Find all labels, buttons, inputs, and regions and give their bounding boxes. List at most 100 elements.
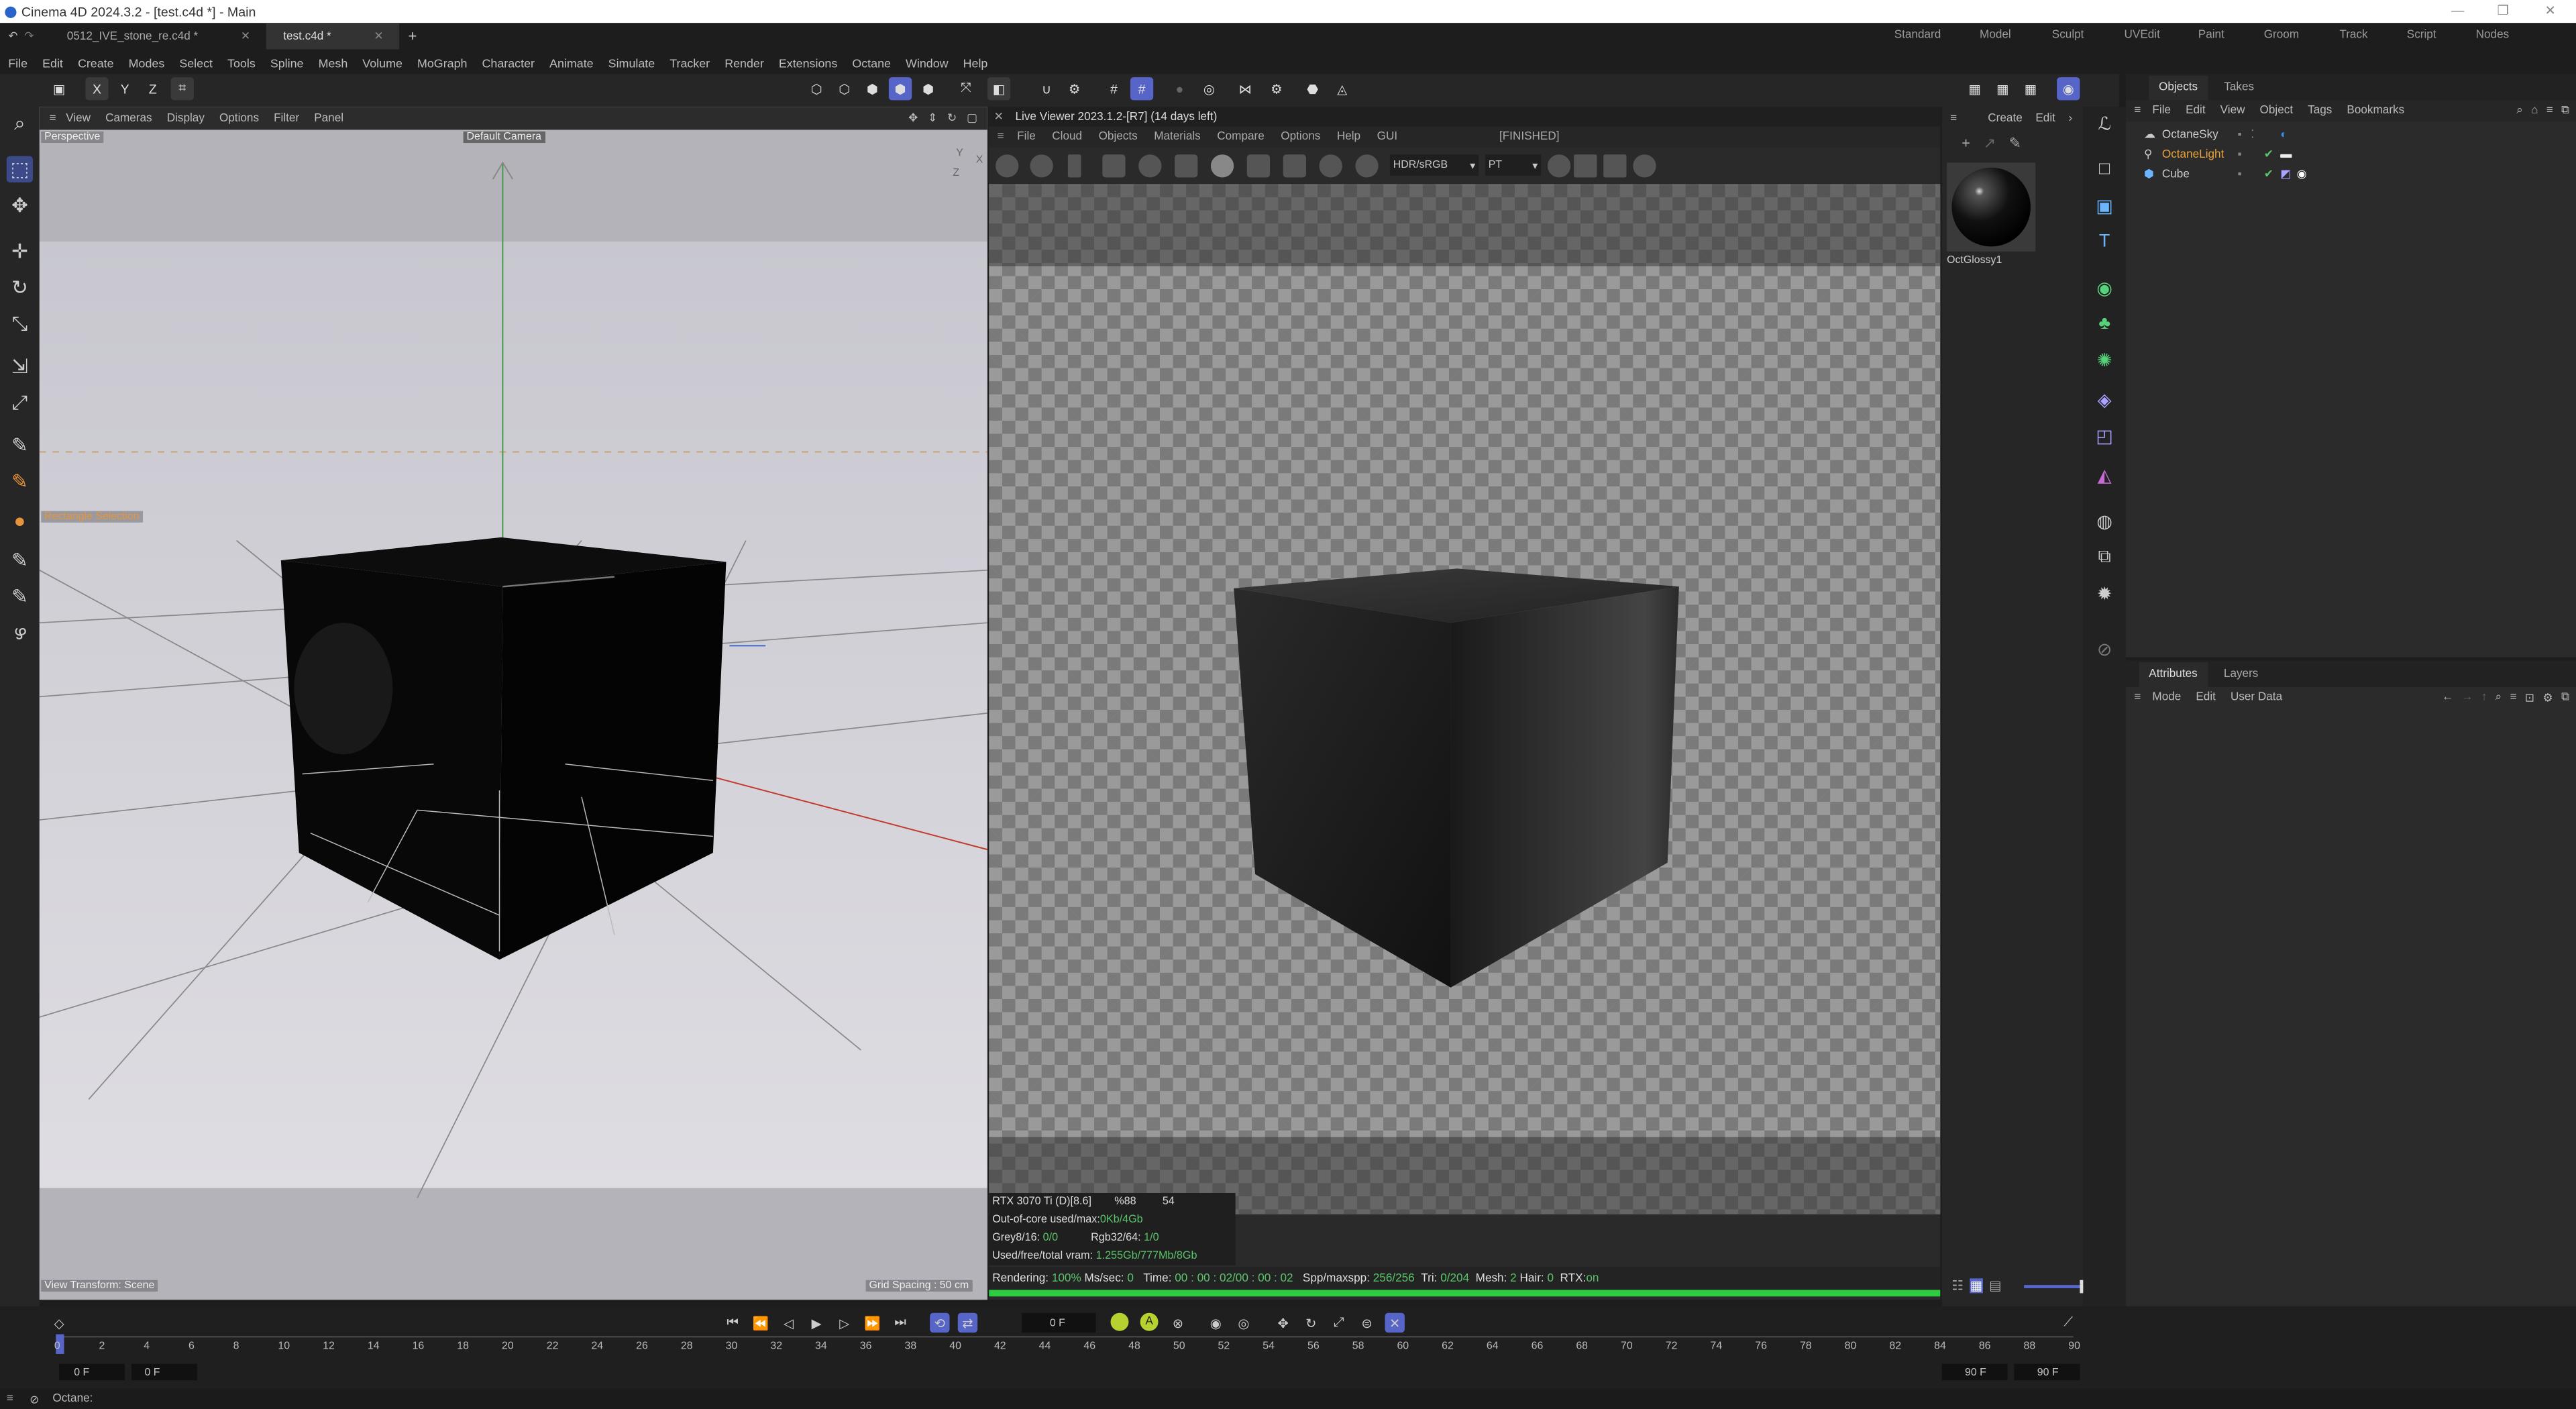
effector-icon[interactable]: ✺ [2092, 347, 2118, 373]
menu-mograph[interactable]: MoGraph [417, 55, 468, 70]
end-frame-field[interactable]: 90 F [2014, 1363, 2080, 1381]
key-pla-icon[interactable]: ⤢ [1329, 1313, 1348, 1333]
lock-icon[interactable] [1175, 154, 1198, 178]
octane-logo-icon[interactable]: ◬ [1331, 77, 1354, 100]
enabled-check-icon[interactable]: ✔ [2264, 168, 2273, 180]
key-interpolation-icon[interactable]: ✕ [1385, 1312, 1405, 1333]
keyframe-icon[interactable]: ◇ [49, 1313, 68, 1333]
focus-icon[interactable] [1283, 154, 1306, 178]
axis-mode-icon[interactable]: ⤧ [955, 77, 977, 100]
viewport-menu-options[interactable]: Options [219, 113, 259, 124]
material-picker-icon[interactable] [1355, 154, 1379, 178]
layout-track[interactable]: Track [2339, 30, 2367, 41]
menu-extensions[interactable]: Extensions [779, 55, 837, 70]
play-icon[interactable]: ▶ [806, 1313, 826, 1333]
back-arrow-icon[interactable]: ← [2442, 692, 2453, 703]
menu-tracker[interactable]: Tracker [669, 55, 710, 70]
menu-edit[interactable]: Edit [42, 55, 63, 70]
lv-menu-objects[interactable]: Objects [1099, 132, 1138, 143]
polygons-mode-icon[interactable]: ⬢ [861, 77, 883, 100]
brush-tool-icon[interactable]: ● [7, 508, 33, 534]
menu-render[interactable]: Render [724, 55, 764, 70]
go-to-end-icon[interactable]: ⏭ [890, 1313, 910, 1333]
lv-menu-gui[interactable]: GUI [1377, 132, 1397, 143]
hamburger-icon[interactable]: ≡ [2134, 692, 2141, 703]
layout-nodes[interactable]: Nodes [2476, 30, 2510, 41]
octane-live-viewer-icon[interactable]: ◉ [2057, 77, 2080, 101]
search-icon[interactable]: ⌕ [7, 110, 33, 136]
viewport-nav-icons[interactable]: ✥ ⇕ ↻ ▢ [908, 112, 981, 125]
picker-icon[interactable]: ↗ [1984, 134, 1996, 152]
objects-menu-file[interactable]: File [2152, 105, 2171, 117]
tweak-tool-icon[interactable]: ✥ [7, 193, 33, 219]
timeline-ruler[interactable]: 0 2 4 6 8 10 12 14 16 18 20 22 24 26 28 30 32 34 36 38 40 42 4… [54, 1334, 2080, 1355]
rotate-tool-icon[interactable]: ↻ [7, 274, 33, 301]
move-tool-icon[interactable]: ✛ [7, 238, 33, 264]
restart-render-icon[interactable] [1030, 154, 1053, 178]
kernel-select[interactable]: PT ▾ [1485, 154, 1542, 176]
new-tab-icon[interactable]: + [409, 28, 417, 44]
undo-icon[interactable]: ↶ [8, 30, 17, 43]
go-to-start-icon[interactable]: ⏮ [723, 1313, 743, 1333]
menu-file[interactable]: File [8, 55, 28, 70]
layout-model[interactable]: Model [1980, 30, 2011, 41]
menu-icon[interactable]: ≡ [7, 1394, 13, 1405]
layout-standard[interactable]: Standard [1894, 30, 1941, 41]
spline-sketch-icon[interactable]: ഴ [7, 619, 33, 645]
pen-icon[interactable]: ✎ [2009, 134, 2021, 152]
up-arrow-icon[interactable]: ↑ [2481, 692, 2487, 703]
layout-uvedit[interactable]: UVEdit [2125, 30, 2160, 41]
tab-test[interactable]: test.c4d * ✕ [266, 23, 400, 50]
lv-menu-compare[interactable]: Compare [1217, 132, 1265, 143]
lock-workplane-icon[interactable]: ● [1168, 77, 1191, 100]
previous-frame-icon[interactable]: ◁ [779, 1313, 798, 1333]
light-icon[interactable]: ✹ [2092, 580, 2118, 606]
visibility-toggle-icon[interactable]: ▪ [2238, 129, 2242, 140]
forward-arrow-icon[interactable]: → [2461, 692, 2473, 703]
key-position-icon[interactable]: ◉ [1206, 1313, 1226, 1333]
camera-selector[interactable]: Default Camera [463, 131, 545, 144]
viewport-menu-panel[interactable]: Panel [314, 113, 343, 124]
render-region-icon[interactable] [1102, 154, 1126, 178]
text-icon[interactable]: T [2092, 228, 2118, 254]
objects-menu-view[interactable]: View [2220, 105, 2245, 117]
axis-z-toggle[interactable]: Z [142, 77, 164, 100]
menu-spline[interactable]: Spline [270, 55, 304, 70]
menu-animate[interactable]: Animate [549, 55, 594, 70]
add-region-icon[interactable] [1246, 154, 1271, 178]
phong-tag-icon[interactable]: ◩ [2280, 168, 2291, 180]
close-tab-icon[interactable]: ✕ [241, 30, 250, 43]
preview-range-icon[interactable]: ⇄ [957, 1312, 978, 1333]
pen-spline-icon[interactable]: ℒ [2092, 110, 2118, 136]
viewport-menu-cameras[interactable]: Cameras [105, 113, 152, 124]
scale-tool-2-icon[interactable]: ⤢ [7, 389, 33, 415]
objects-menu-tags[interactable]: Tags [2308, 105, 2332, 117]
next-key-icon[interactable]: ⏩ [863, 1313, 882, 1333]
more-icon[interactable]: › [2068, 113, 2072, 124]
lv-menu-cloud[interactable]: Cloud [1052, 132, 1082, 143]
material-menu-create[interactable]: Create [1988, 113, 2022, 124]
lock-icon[interactable]: ⊡ [2525, 691, 2534, 704]
model-mode-icon[interactable]: ⬢ [888, 77, 912, 101]
lv-menu-materials[interactable]: Materials [1154, 132, 1201, 143]
viewport-menu-view[interactable]: View [66, 113, 91, 124]
coordinate-system-icon[interactable]: ⌗ [170, 77, 194, 101]
channel-icon-3[interactable] [1633, 154, 1656, 178]
viewport-menu-filter[interactable]: Filter [274, 113, 299, 124]
objects-menu-bookmarks[interactable]: Bookmarks [2347, 105, 2404, 117]
material-menu-edit[interactable]: Edit [2035, 113, 2055, 124]
home-icon[interactable]: ⌂ [2531, 105, 2538, 117]
list-view-icon[interactable]: ☷ [1951, 1278, 1964, 1293]
light-tag-icon[interactable]: ▬ [2280, 149, 2292, 160]
material-name[interactable]: OctGlossy1 [1947, 255, 2002, 266]
send-scene-icon[interactable] [996, 154, 1019, 178]
zoom-slider-handle[interactable] [2080, 1279, 2084, 1293]
record-icon[interactable] [1110, 1312, 1129, 1331]
menu-simulate[interactable]: Simulate [608, 55, 655, 70]
attributes-menu-mode[interactable]: Mode [2152, 692, 2181, 703]
render-toggle-icon[interactable]: ⁚ [2251, 128, 2254, 141]
octane-environment-tag-icon[interactable]: ◐ [2280, 129, 2287, 140]
camera-icon[interactable] [1603, 154, 1627, 178]
layout-groom[interactable]: Groom [2264, 30, 2299, 41]
pause-icon[interactable] [1067, 154, 1081, 178]
